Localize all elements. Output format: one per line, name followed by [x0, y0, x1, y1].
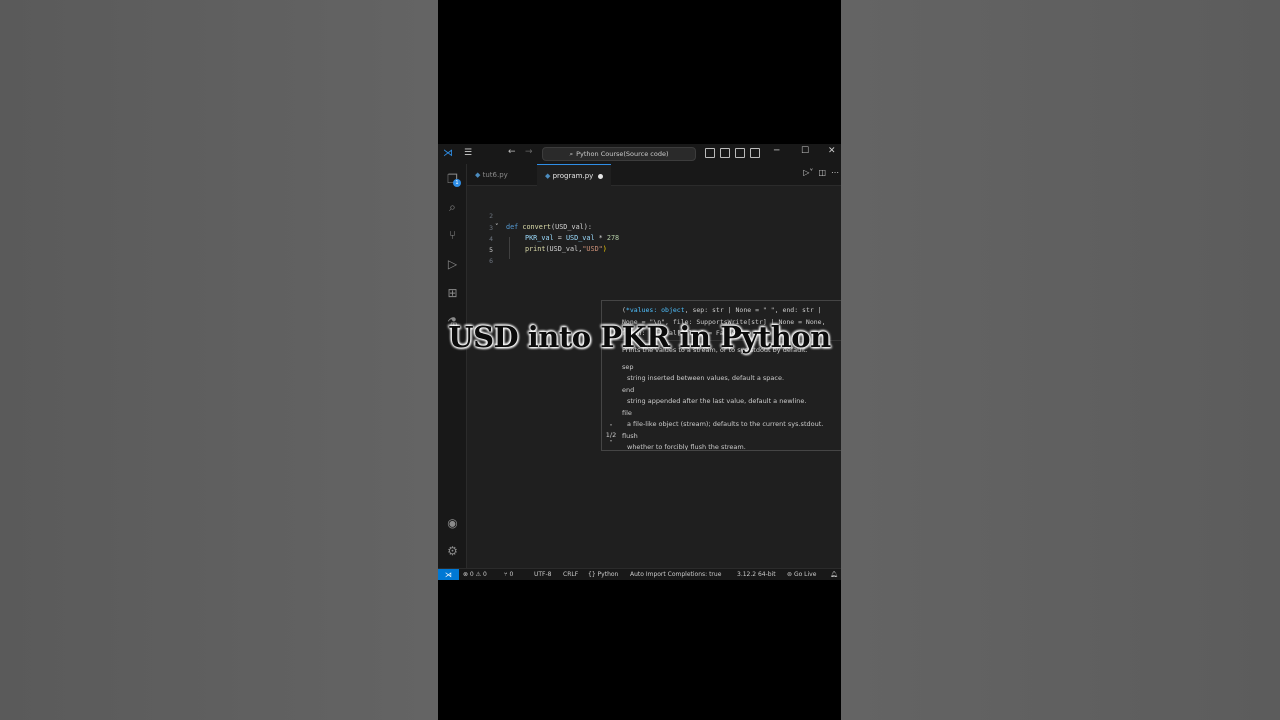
interpreter-status[interactable]: 3.12.2 64-bit: [737, 569, 776, 580]
minimize-button[interactable]: ─: [774, 146, 779, 156]
tab-label: program.py: [552, 172, 594, 180]
video-frame: ⋊ ☰ ← → ⌕ Python Course(Source code) ─ ☐…: [438, 0, 841, 720]
braces-icon: {}: [588, 571, 598, 578]
param-name: end: [622, 385, 635, 394]
param-name: flush: [622, 431, 638, 440]
fold-chevron-icon[interactable]: ˅: [495, 223, 499, 231]
blurred-background-left: [0, 0, 438, 720]
run-debug-icon[interactable]: ▷: [445, 257, 460, 272]
python-file-icon: ◆: [475, 171, 483, 179]
maximize-button[interactable]: ☐: [801, 146, 809, 156]
forward-arrow-icon[interactable]: →: [525, 147, 533, 157]
chevron-down-icon[interactable]: ˅: [602, 439, 620, 447]
param-name: sep: [622, 362, 634, 371]
menu-icon[interactable]: ☰: [464, 147, 476, 159]
notifications-bell-icon[interactable]: 🔔︎: [830, 569, 838, 580]
status-bar: ⋊ ⊗ 0 ⚠ 0 ⑂ 0 UTF-8 CRLF {} Python Auto …: [438, 568, 841, 580]
vscode-logo-icon: ⋊: [443, 148, 453, 159]
explorer-badge: 1: [453, 179, 461, 187]
back-arrow-icon[interactable]: ←: [508, 147, 516, 157]
language-status[interactable]: {} Python: [588, 569, 618, 580]
customize-layout-icon[interactable]: [750, 148, 760, 158]
indent-guide: [509, 237, 510, 259]
param-desc: a file-like object (stream); defaults to…: [627, 420, 824, 428]
toggle-panel-icon[interactable]: [720, 148, 730, 158]
more-actions-icon[interactable]: ⋯: [831, 168, 839, 177]
line-number: 2: [489, 212, 493, 220]
toggle-secondary-sidebar-icon[interactable]: [735, 148, 745, 158]
close-button[interactable]: ✕: [828, 146, 836, 156]
tab-label: tut6.py: [482, 171, 508, 179]
editor-tabs: ◆ tut6.py ◆ program.py ▷˅ ◫ ⋯: [467, 164, 841, 186]
search-icon[interactable]: ⌕: [445, 200, 460, 215]
line-number: 5: [489, 246, 493, 254]
line-number: 6: [489, 257, 493, 265]
layout-controls: [705, 148, 760, 158]
blurred-background-right: [841, 0, 1280, 720]
code-editor[interactable]: 2 3 4 5 6 ˅ def convert(USD_val): PKR_va…: [467, 187, 841, 568]
python-file-icon: ◆: [545, 172, 553, 180]
unsaved-dot-icon: [598, 173, 604, 179]
toggle-sidebar-icon[interactable]: [705, 148, 715, 158]
param-name: file: [622, 408, 632, 417]
param-desc: whether to forcibly flush the stream.: [627, 443, 746, 451]
problems-status[interactable]: ⊗ 0 ⚠ 0: [463, 569, 487, 580]
tab-tut6[interactable]: ◆ tut6.py: [467, 164, 516, 186]
video-title-overlay: USD into PKR in Python: [448, 320, 831, 354]
pager-label: 1/2: [605, 431, 617, 439]
chevron-up-icon[interactable]: ˄: [602, 423, 620, 431]
search-text: Python Course(Source code): [576, 150, 669, 158]
code-line-4: PKR_val = USD_val * 278: [525, 234, 620, 242]
accounts-icon[interactable]: ◉: [445, 516, 460, 531]
title-bar: ⋊ ☰ ← → ⌕ Python Course(Source code) ─ ☐…: [438, 144, 841, 164]
line-number: 3: [489, 224, 493, 232]
encoding-status[interactable]: UTF-8: [534, 569, 552, 580]
search-icon: ⌕: [569, 149, 574, 158]
command-center-search[interactable]: ⌕ Python Course(Source code): [542, 147, 696, 161]
vscode-window: ⋊ ☰ ← → ⌕ Python Course(Source code) ─ ☐…: [438, 144, 841, 580]
broadcast-icon: ⊚: [787, 571, 794, 578]
code-line-3: def convert(USD_val):: [506, 223, 592, 231]
ports-status[interactable]: ⑂ 0: [504, 569, 513, 580]
line-number: 4: [489, 235, 493, 243]
source-control-icon[interactable]: ⑂: [445, 228, 460, 243]
code-line-5: print(USD_val,"USD"): [525, 245, 607, 253]
eol-status[interactable]: CRLF: [563, 569, 578, 580]
run-python-file-icon[interactable]: ▷˅: [803, 168, 813, 177]
go-live-button[interactable]: ⊚ Go Live: [787, 569, 816, 580]
settings-gear-icon[interactable]: ⚙: [445, 544, 460, 559]
editor-actions: ▷˅ ◫ ⋯: [803, 168, 839, 177]
param-desc: string inserted between values, default …: [627, 374, 785, 382]
param-desc: string appended after the last value, de…: [627, 397, 807, 405]
tab-program[interactable]: ◆ program.py: [537, 164, 612, 186]
overload-pager: ˄ 1/2 ˅: [602, 423, 620, 447]
extensions-icon[interactable]: ⊞: [445, 286, 460, 301]
documentation: Prints the values to a stream, or to sys…: [622, 345, 841, 451]
auto-import-status[interactable]: Auto Import Completions: true: [630, 569, 721, 580]
remote-indicator-icon[interactable]: ⋊: [438, 569, 459, 580]
activity-bar: ❐ 1 ⌕ ⑂ ▷ ⊞ ⚗ ◉ ⚙: [438, 164, 467, 568]
split-editor-icon[interactable]: ◫: [818, 168, 826, 177]
